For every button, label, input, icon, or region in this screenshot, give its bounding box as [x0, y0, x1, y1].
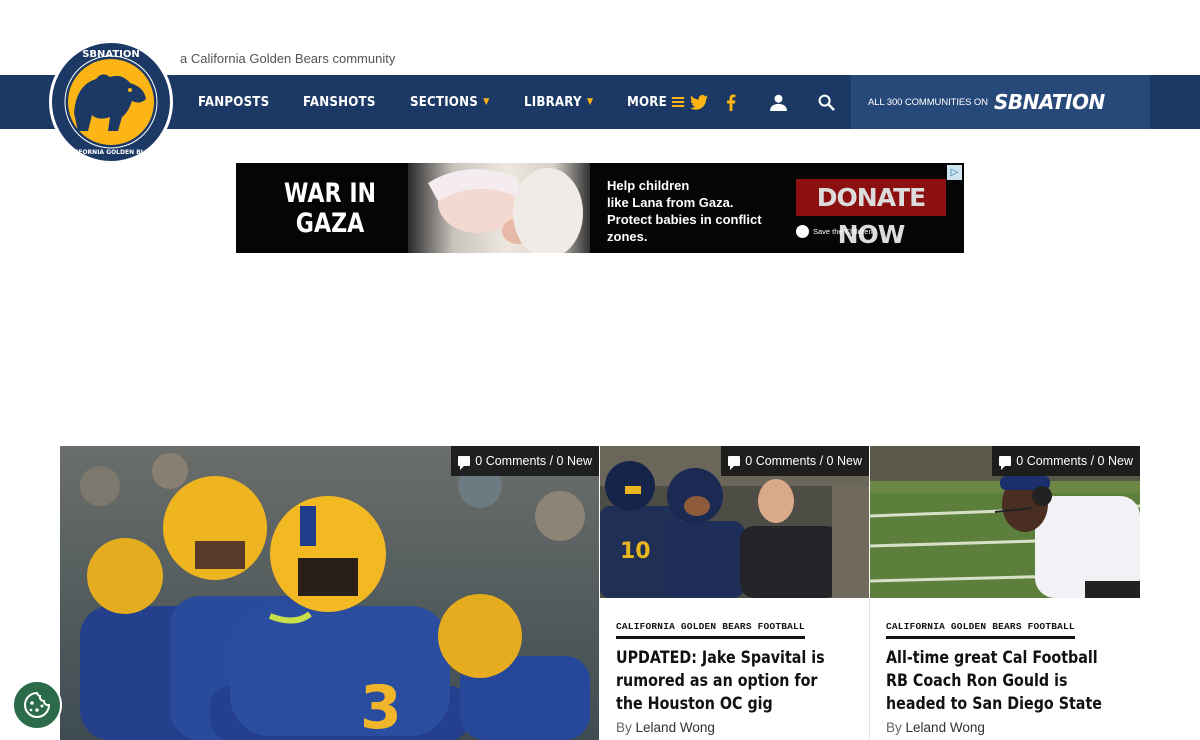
hamburger-menu-icon [671, 95, 685, 109]
adchoices-icon[interactable]: ▷ [947, 165, 962, 180]
ad-sponsor-label: Save the Children [813, 227, 873, 236]
facebook-icon [727, 93, 736, 111]
svg-text:10: 10 [620, 539, 651, 564]
baby-photo-icon [428, 168, 583, 253]
sbnation-communities-label: All 300 Communities on [868, 96, 988, 108]
svg-text:SBNATION: SBNATION [82, 49, 140, 60]
ad-headline: WAR IN GAZA [284, 178, 377, 239]
nav-item-label: FANPOSTS [198, 94, 270, 110]
nav-item-library[interactable]: LIBRARY ▼ [524, 94, 593, 110]
svg-text:3: 3 [360, 673, 402, 740]
ad-body: Help children like Lana from Gaza. Prote… [607, 178, 762, 244]
story-author-link[interactable]: Leland Wong [906, 720, 985, 735]
story-image: 3 [60, 446, 599, 740]
story-card-spavital[interactable]: 10 0 Comments / 0 New CALIFORNIA GOLDEN … [600, 446, 869, 740]
comment-count-label: 0 Comments / 0 New [745, 454, 862, 468]
nav-item-label: LIBRARY [523, 94, 582, 110]
facebook-link[interactable] [726, 75, 736, 129]
comment-bubble-icon [999, 456, 1012, 470]
sbnation-network-link[interactable]: All 300 Communities on SBNATION [851, 75, 1150, 129]
story-headline[interactable]: UPDATED: Jake Spavital is rumored as an … [616, 647, 834, 716]
story-byline: By Leland Wong [616, 720, 715, 735]
site-tagline: a California Golden Bears community [180, 51, 396, 66]
twitter-link[interactable] [690, 75, 708, 129]
user-icon [770, 94, 787, 111]
story-byline: By Leland Wong [886, 720, 985, 735]
nav-item-label: SECTIONS [409, 94, 478, 110]
search-icon [818, 94, 835, 111]
caret-down-icon: ▼ [586, 97, 594, 107]
nav-item-fanposts[interactable]: FANPOSTS [198, 94, 269, 110]
ad-sponsor: Save the Children [796, 225, 873, 238]
save-the-children-logo-icon [796, 225, 809, 238]
nav-links: FANPOSTS FANSHOTS SECTIONS ▼ LIBRARY ▼ MOR… [198, 75, 716, 129]
nav-item-label: MORE [626, 94, 667, 110]
bear-logo-icon: SBNATION CALIFORNIA GOLDEN BLOGS [55, 46, 167, 158]
story-category[interactable]: CALIFORNIA GOLDEN BEARS FOOTBALL [886, 621, 1075, 639]
comment-count-badge[interactable]: 0 Comments / 0 New [451, 446, 599, 476]
comment-bubble-icon [728, 456, 741, 470]
nav-item-sections[interactable]: SECTIONS ▼ [410, 94, 489, 110]
sbnation-brand: SBNATION [993, 90, 1105, 114]
cookie-preferences-button[interactable] [12, 680, 62, 730]
advertisement-banner[interactable]: WAR IN GAZA Help children like Lana from… [236, 163, 964, 253]
story-text: CALIFORNIA GOLDEN BEARS FOOTBALL UPDATED… [616, 616, 869, 735]
site-logo[interactable]: SBNATION CALIFORNIA GOLDEN BLOGS [49, 40, 173, 164]
ad-donate-button[interactable]: DONATE NOW [796, 179, 946, 249]
ad-photo [408, 163, 590, 253]
cookie-icon [24, 691, 51, 718]
story-headline[interactable]: All-time great Cal Football RB Coach Ron… [886, 647, 1104, 716]
comment-count-label: 0 Comments / 0 New [475, 454, 592, 468]
story-category[interactable]: CALIFORNIA GOLDEN BEARS FOOTBALL [616, 621, 805, 639]
comment-count-label: 0 Comments / 0 New [1016, 454, 1133, 468]
main-navbar: FANPOSTS FANSHOTS SECTIONS ▼ LIBRARY ▼ MOR… [0, 75, 1200, 129]
nav-item-fanshots[interactable]: FANSHOTS [303, 94, 376, 110]
nav-item-label: FANSHOTS [303, 94, 376, 110]
comment-count-badge[interactable]: 0 Comments / 0 New [721, 446, 869, 476]
comment-bubble-icon [458, 456, 471, 470]
story-author-link[interactable]: Leland Wong [636, 720, 715, 735]
twitter-icon [690, 94, 708, 110]
story-card-gould[interactable]: 0 Comments / 0 New CALIFORNIA GOLDEN BEA… [870, 446, 1140, 740]
comment-count-badge[interactable]: 0 Comments / 0 New [992, 446, 1140, 476]
story-text: CALIFORNIA GOLDEN BEARS FOOTBALL All-tim… [886, 616, 1140, 735]
search-button[interactable] [818, 75, 835, 129]
story-card-hero[interactable]: 3 0 Comments / 0 New [60, 446, 599, 740]
nav-item-more[interactable]: MORE [626, 94, 685, 110]
svg-text:CALIFORNIA GOLDEN BLOGS: CALIFORNIA GOLDEN BLOGS [63, 149, 158, 156]
caret-down-icon: ▼ [482, 97, 489, 107]
account-link[interactable] [770, 75, 787, 129]
